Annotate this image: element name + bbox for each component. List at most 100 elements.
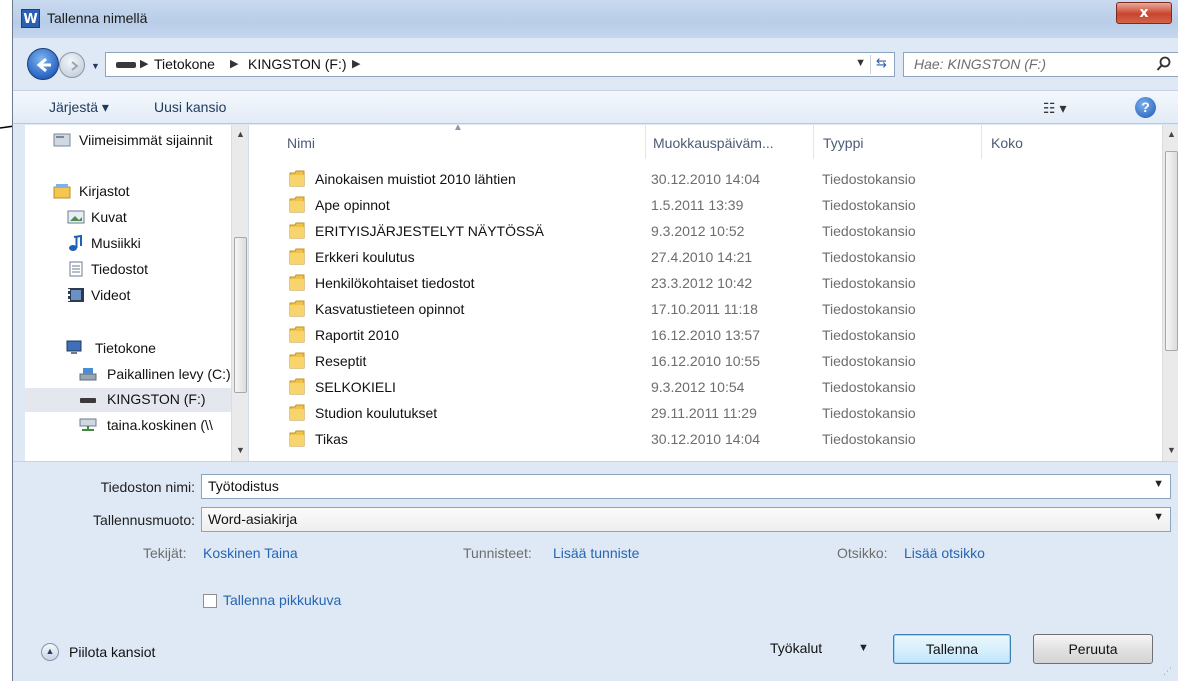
music-icon <box>69 235 82 251</box>
format-select[interactable]: Word-asiakirja ▼ <box>201 507 1171 532</box>
file-date: 23.3.2012 10:42 <box>651 275 753 291</box>
table-row[interactable]: Ainokaisen muistiot 2010 lähtien 30.12.20… <box>249 166 1162 192</box>
documents-icon <box>69 261 83 277</box>
cancel-button[interactable]: Peruuta <box>1033 634 1153 664</box>
table-row[interactable]: Henkilökohtaiset tiedostot 23.3.2012 10:4… <box>249 270 1162 296</box>
title-field[interactable]: Lisää otsikko <box>904 545 985 561</box>
hide-folders-icon[interactable]: ▲ <box>41 643 59 661</box>
computer-icon <box>66 340 82 354</box>
folder-icon <box>289 352 305 369</box>
chevron-down-icon[interactable]: ▼ <box>1153 478 1164 490</box>
sort-ascending-icon: ▲ <box>453 125 463 133</box>
table-row[interactable]: Ape opinnot 1.5.2011 13:39 Tiedostokansio <box>249 192 1162 218</box>
file-type: Tiedostokansio <box>822 327 916 343</box>
file-name: Tikas <box>315 431 348 447</box>
help-icon[interactable]: ? <box>1135 97 1156 118</box>
table-row[interactable]: Erkkeri koulutus 27.4.2010 14:21 Tiedostok… <box>249 244 1162 270</box>
column-header-type[interactable]: Tyyppi <box>813 125 981 159</box>
file-date: 9.3.2012 10:54 <box>651 379 745 395</box>
sidebar-item-libraries[interactable]: Kirjastot <box>25 180 243 204</box>
sidebar-scrollbar[interactable]: ▲ ▼ <box>231 125 248 461</box>
scroll-up-icon[interactable]: ▲ <box>236 129 245 139</box>
folder-icon <box>289 222 305 239</box>
table-row[interactable]: SELKOKIELI 9.3.2012 10:54 Tiedostokansio <box>249 374 1162 400</box>
new-folder-button[interactable]: Uusi kansio <box>154 99 226 115</box>
sidebar-item-recent-places[interactable]: Viimeisimmät sijainnit <box>25 129 243 153</box>
table-row[interactable]: Tikas 30.12.2010 14:04 Tiedostokansio <box>249 426 1162 452</box>
sidebar-item-music[interactable]: Musiikki <box>25 232 243 256</box>
folder-icon <box>289 248 305 265</box>
sidebar-item-label: Musiikki <box>91 235 141 251</box>
file-date: 1.5.2011 13:39 <box>651 197 744 213</box>
breadcrumb-separator-icon[interactable]: ▶ <box>230 57 238 70</box>
scroll-up-icon[interactable]: ▲ <box>1167 129 1176 139</box>
tools-button[interactable]: Työkalut <box>770 640 822 656</box>
folder-icon <box>289 170 305 187</box>
tags-field[interactable]: Lisää tunniste <box>553 545 639 561</box>
file-name: Kasvatustieteen opinnot <box>315 301 465 317</box>
sidebar-scroll-thumb[interactable] <box>234 237 247 393</box>
pictures-icon <box>67 210 85 224</box>
sidebar-item-pictures[interactable]: Kuvat <box>25 206 243 230</box>
search-icon[interactable] <box>1156 56 1172 72</box>
save-thumbnail-label[interactable]: Tallenna pikkukuva <box>223 592 341 608</box>
file-name: SELKOKIELI <box>315 379 396 395</box>
breadcrumb-separator-icon[interactable]: ▶ <box>352 57 360 70</box>
table-row[interactable]: ERITYISJÄRJESTELYT NÄYTÖSSÄ 9.3.2012 10:5… <box>249 218 1162 244</box>
folder-icon <box>289 326 305 343</box>
table-row[interactable]: Studion koulutukset 29.11.2011 11:29 Tiedo… <box>249 400 1162 426</box>
column-header-date[interactable]: Muokkauspäiväm... <box>645 125 813 159</box>
sidebar-item-kingston[interactable]: KINGSTON (F:) <box>25 388 243 412</box>
sidebar-item-local-disk[interactable]: Paikallinen levy (C:) <box>25 363 243 387</box>
organize-button[interactable]: Järjestä ▾ <box>49 99 109 116</box>
breadcrumb-separator-icon[interactable]: ▶ <box>140 57 148 70</box>
file-name: Erkkeri koulutus <box>315 249 415 265</box>
address-bar[interactable]: ▶ Tietokone ▶ KINGSTON (F:) ▶ ▼ ⇆ <box>105 52 895 77</box>
file-date: 30.12.2010 14:04 <box>651 431 760 447</box>
sidebar-item-documents[interactable]: Tiedostot <box>25 258 243 282</box>
table-row[interactable]: Reseptit 16.12.2010 10:55 Tiedostokansio <box>249 348 1162 374</box>
sidebar-item-videos[interactable]: Videot <box>25 284 243 308</box>
refresh-icon[interactable]: ⇆ <box>870 55 892 74</box>
file-type: Tiedostokansio <box>822 197 916 213</box>
resize-grip-icon[interactable]: ⋰ <box>1163 666 1172 677</box>
breadcrumb-computer[interactable]: Tietokone <box>154 56 215 72</box>
file-name: Raportit 2010 <box>315 327 400 343</box>
back-button[interactable] <box>27 48 59 80</box>
hide-folders-button[interactable]: Piilota kansiot <box>69 644 155 660</box>
column-header-name[interactable]: ▲ Nimi <box>249 125 645 159</box>
table-row[interactable]: Raportit 2010 16.12.2010 13:57 Tiedostokan… <box>249 322 1162 348</box>
history-dropdown-icon[interactable]: ▼ <box>91 61 100 71</box>
close-button[interactable]: x <box>1116 2 1172 24</box>
search-box[interactable]: Hae: KINGSTON (F:) <box>903 52 1178 77</box>
table-row[interactable]: Kasvatustieteen opinnot 17.10.2011 11:18 T… <box>249 296 1162 322</box>
file-name: ERITYISJÄRJESTELYT NÄYTÖSSÄ <box>315 223 544 239</box>
save-thumbnail-checkbox[interactable] <box>203 594 217 608</box>
scroll-down-icon[interactable]: ▼ <box>1167 445 1176 455</box>
scroll-down-icon[interactable]: ▼ <box>236 445 245 455</box>
drive-icon <box>116 62 136 68</box>
breadcrumb-kingston[interactable]: KINGSTON (F:) <box>248 56 347 72</box>
folder-icon <box>289 430 305 447</box>
sidebar-item-computer[interactable]: Tietokone <box>25 337 243 361</box>
forward-button[interactable] <box>59 52 85 78</box>
save-button[interactable]: Tallenna <box>893 634 1011 664</box>
file-list-scroll-thumb[interactable] <box>1165 151 1178 351</box>
column-header-size[interactable]: Koko <box>981 125 1161 159</box>
filename-combo[interactable]: Työtodistus ▼ <box>201 474 1171 499</box>
file-date: 27.4.2010 14:21 <box>651 249 753 265</box>
word-app-icon: W <box>21 9 40 28</box>
network-drive-icon <box>79 418 97 431</box>
view-options-button[interactable]: ☷ ▾ <box>1043 100 1066 117</box>
authors-field[interactable]: Koskinen Taina <box>203 545 298 561</box>
filename-field[interactable]: Työtodistus <box>208 478 279 494</box>
column-header-label: Koko <box>991 135 1023 151</box>
chevron-down-icon[interactable]: ▼ <box>1153 511 1164 523</box>
sidebar-item-label: Kirjastot <box>79 183 130 199</box>
sidebar-item-network-drive[interactable]: taina.koskinen (\\ <box>25 414 243 438</box>
address-dropdown-icon[interactable]: ▼ <box>855 57 866 69</box>
file-list-scrollbar[interactable]: ▲ ▼ <box>1162 125 1178 461</box>
chevron-down-icon[interactable]: ▼ <box>858 642 869 654</box>
format-value: Word-asiakirja <box>208 511 298 527</box>
search-input[interactable]: Hae: KINGSTON (F:) <box>914 56 1046 72</box>
